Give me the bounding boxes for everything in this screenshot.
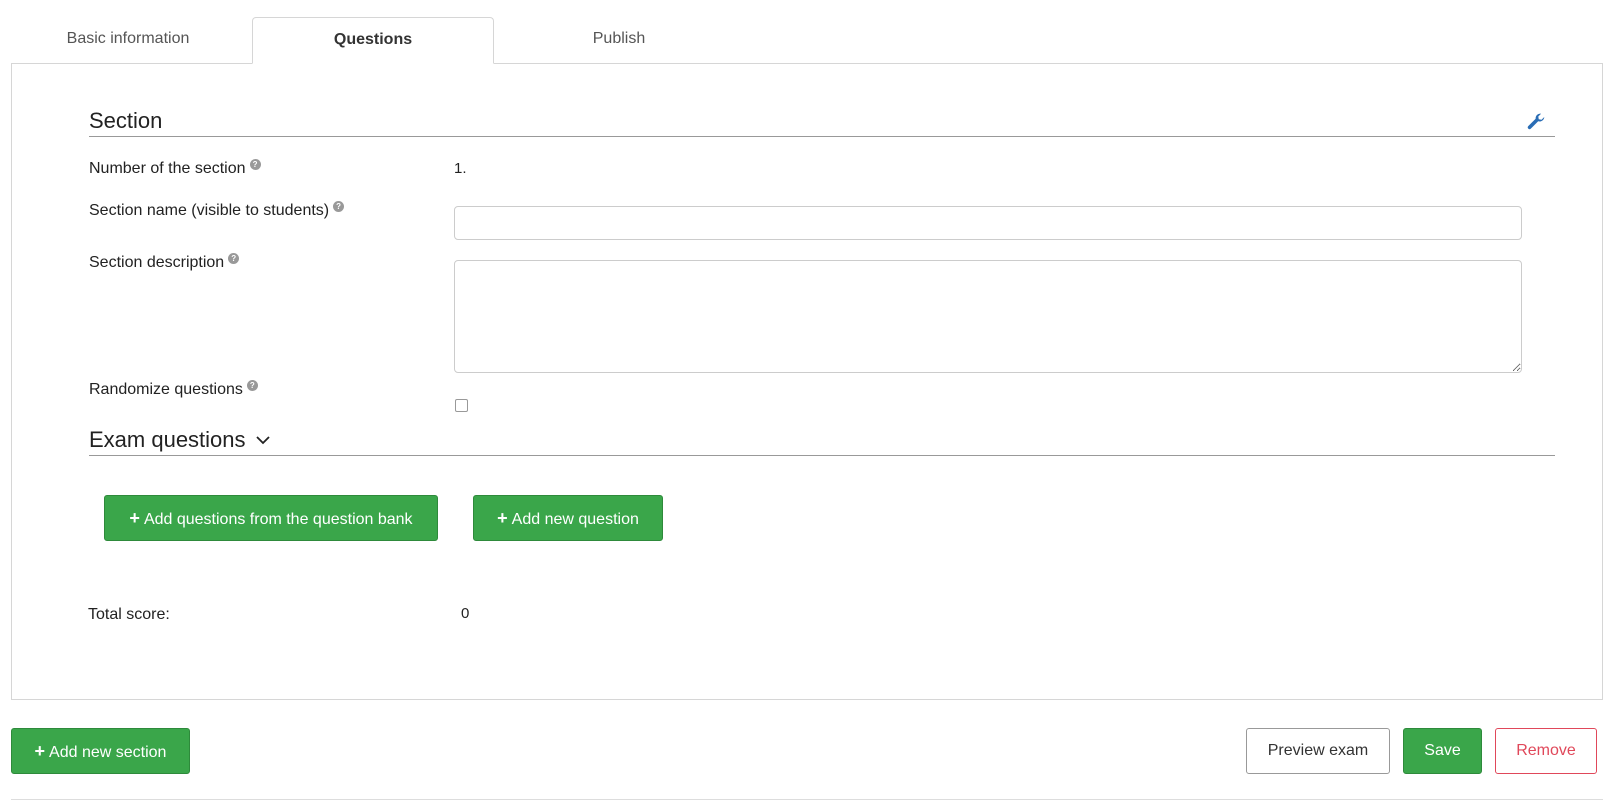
- tab-basic-information[interactable]: Basic information: [12, 17, 244, 63]
- section-description-label: Section description?: [89, 253, 240, 272]
- section-name-label-text: Section name (visible to students): [89, 202, 330, 219]
- remove-label: Remove: [1516, 742, 1576, 759]
- add-new-section-button[interactable]: + Add new section: [11, 728, 190, 774]
- tab-questions[interactable]: Questions: [252, 17, 494, 64]
- questions-panel: Section Number of the section? 1. Sectio…: [11, 63, 1603, 700]
- divider: [11, 799, 1603, 800]
- help-icon[interactable]: ?: [249, 159, 261, 170]
- plus-icon: +: [34, 741, 46, 761]
- section-description-textarea[interactable]: [454, 260, 1522, 373]
- help-icon[interactable]: ?: [246, 380, 258, 391]
- plus-icon: +: [497, 508, 508, 528]
- section-description-label-text: Section description: [89, 254, 225, 271]
- randomize-questions-label-text: Randomize questions: [89, 381, 243, 398]
- add-new-section-label: Add new section: [49, 744, 167, 761]
- section-header: Section: [89, 102, 1555, 137]
- section-name-label: Section name (visible to students)?: [89, 201, 345, 220]
- tab-publish-label: Publish: [592, 30, 646, 47]
- exam-questions-title: Exam questions: [89, 427, 246, 452]
- total-score-label: Total score:: [88, 606, 170, 623]
- exam-questions-toggle[interactable]: Exam questions: [89, 427, 270, 453]
- add-questions-from-bank-button[interactable]: + Add questions from the question bank: [104, 495, 438, 541]
- help-icon[interactable]: ?: [333, 201, 345, 212]
- tab-bar: Basic information Questions Publish: [12, 17, 1604, 64]
- randomize-questions-label: Randomize questions?: [89, 380, 258, 399]
- preview-exam-label: Preview exam: [1267, 742, 1369, 759]
- chevron-down-icon: [256, 436, 270, 444]
- save-label: Save: [1424, 742, 1461, 759]
- section-number-label-text: Number of the section: [89, 160, 246, 177]
- section-title: Section: [89, 108, 163, 133]
- section-number-value: 1.: [454, 160, 467, 177]
- section-number-label: Number of the section?: [89, 159, 261, 178]
- randomize-questions-checkbox[interactable]: [455, 399, 468, 412]
- help-icon[interactable]: ?: [228, 253, 240, 264]
- add-new-question-button[interactable]: + Add new question: [473, 495, 663, 541]
- section-name-input[interactable]: [454, 206, 1522, 240]
- plus-icon: +: [129, 508, 140, 528]
- add-new-question-label: Add new question: [511, 511, 639, 528]
- add-questions-from-bank-label: Add questions from the question bank: [143, 511, 413, 528]
- wrench-icon[interactable]: [1525, 111, 1547, 133]
- exam-questions-header: Exam questions: [89, 419, 1555, 456]
- remove-button[interactable]: Remove: [1495, 728, 1597, 774]
- tab-publish[interactable]: Publish: [494, 17, 744, 63]
- total-score-value: 0: [461, 605, 470, 622]
- preview-exam-button[interactable]: Preview exam: [1246, 728, 1390, 774]
- tab-basic-information-label: Basic information: [66, 30, 190, 47]
- save-button[interactable]: Save: [1403, 728, 1482, 774]
- tab-questions-label: Questions: [333, 31, 413, 48]
